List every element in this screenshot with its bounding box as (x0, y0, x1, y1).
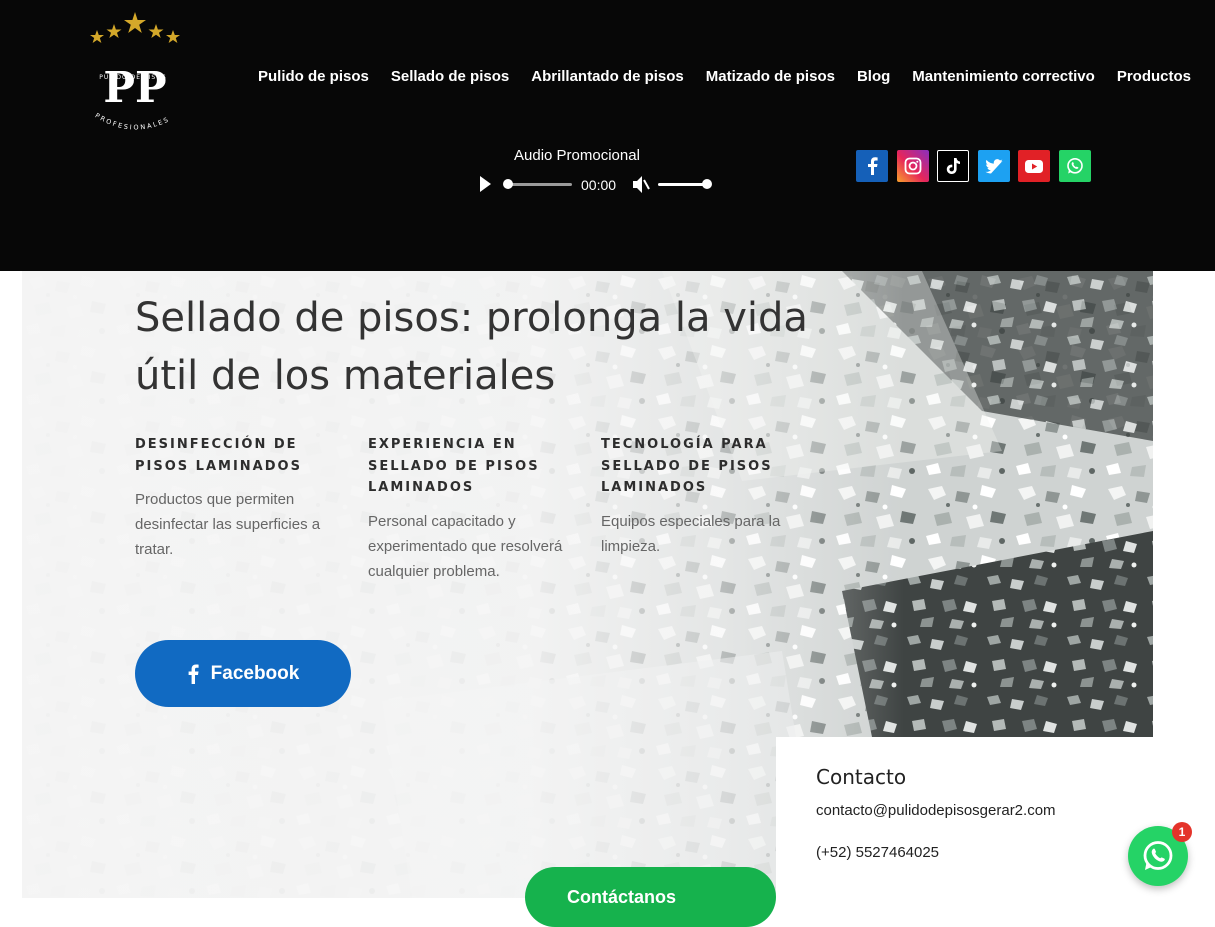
whatsapp-icon (1143, 841, 1173, 870)
feature-experiencia: EXPERIENCIA EN SELLADO DE PISOS LAMINADO… (368, 434, 578, 584)
twitter-icon[interactable] (977, 150, 1010, 182)
nav-link-pulido[interactable]: Pulido de pisos (258, 68, 369, 85)
audio-seek-handle[interactable] (503, 179, 513, 189)
tiktok-icon[interactable] (937, 150, 970, 182)
nav-link-mantenimiento[interactable]: Mantenimiento correctivo (912, 68, 1095, 85)
site-logo[interactable]: PP PULIDO DE PISOS PROFESIONALES (80, 12, 190, 142)
contact-title: Contacto (816, 765, 907, 789)
play-icon[interactable] (480, 176, 491, 192)
audio-title: Audio Promocional (514, 147, 640, 164)
whatsapp-icon[interactable] (1058, 150, 1091, 182)
contact-us-button[interactable]: Contáctanos (525, 867, 776, 927)
audio-seek-track[interactable] (507, 183, 572, 186)
feature-text: Personal capacitado y experimentado que … (368, 512, 563, 580)
feature-heading: EXPERIENCIA EN SELLADO DE PISOS LAMINADO… (368, 437, 540, 495)
volume-slider[interactable] (658, 183, 708, 186)
youtube-icon[interactable] (1018, 150, 1051, 182)
instagram-icon[interactable] (896, 150, 929, 182)
facebook-button-label: Facebook (210, 662, 300, 684)
nav-link-matizado[interactable]: Matizado de pisos (706, 68, 835, 85)
nav-link-sellado[interactable]: Sellado de pisos (391, 68, 509, 85)
feature-heading: TECNOLOGÍA PARA SELLADO DE PISOS LAMINAD… (601, 437, 773, 495)
logo-pp-text: PP (103, 63, 166, 112)
facebook-icon (188, 664, 199, 684)
nav-link-abrillantado[interactable]: Abrillantado de pisos (531, 68, 684, 85)
feature-text: Equipos especiales para la limpieza. (601, 512, 781, 555)
contact-card: Contacto contacto@pulidodepisosgerar2.co… (776, 737, 1153, 898)
audio-player: 00:00 (476, 172, 716, 198)
nav-link-blog[interactable]: Blog (857, 68, 890, 85)
feature-heading: DESINFECCIÓN DE PISOS LAMINADOS (135, 437, 302, 474)
feature-tecnologia: TECNOLOGÍA PARA SELLADO DE PISOS LAMINAD… (601, 434, 811, 559)
contact-email[interactable]: contacto@pulidodepisosgerar2.com (816, 802, 1056, 819)
volume-icon[interactable] (633, 176, 650, 193)
svg-text:PROFESIONALES: PROFESIONALES (94, 111, 172, 131)
feature-desinfeccion: DESINFECCIÓN DE PISOS LAMINADOS Producto… (135, 434, 345, 562)
facebook-button[interactable]: Facebook (135, 640, 351, 707)
notification-badge: 1 (1172, 822, 1192, 842)
page-title: Sellado de pisos: prolonga la vida útil … (135, 295, 808, 399)
stars-icon (90, 12, 180, 43)
svg-text:PULIDO DE PISOS: PULIDO DE PISOS (99, 74, 166, 81)
nav-link-productos[interactable]: Productos (1117, 68, 1191, 85)
social-icons (856, 150, 1100, 182)
main-nav: Pulido de pisos Sellado de pisos Abrilla… (247, 68, 1202, 85)
contact-phone[interactable]: (+52) 5527464025 (816, 844, 939, 861)
audio-time: 00:00 (581, 177, 617, 193)
volume-handle[interactable] (702, 179, 712, 189)
facebook-icon[interactable] (856, 150, 888, 182)
contact-us-button-label: Contáctanos (567, 887, 677, 907)
feature-text: Productos que permiten desinfectar las s… (135, 491, 321, 558)
site-header: PP PULIDO DE PISOS PROFESIONALES Pulido … (0, 0, 1215, 271)
